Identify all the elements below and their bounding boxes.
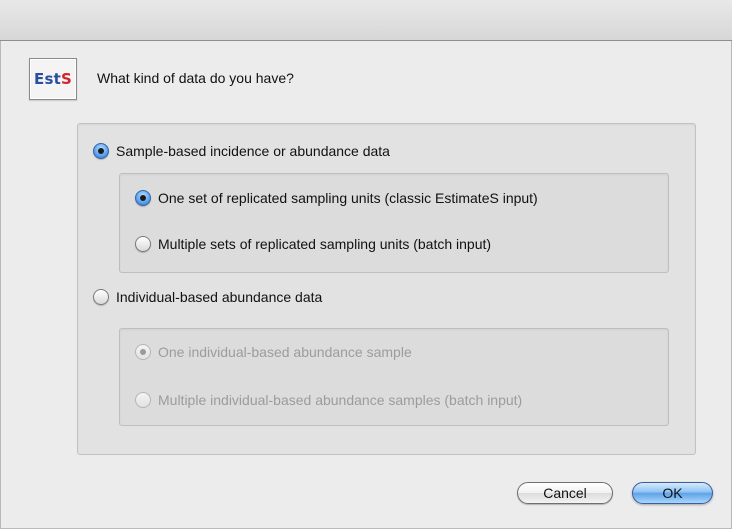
radio-sample-based[interactable]: Sample-based incidence or abundance data (93, 143, 390, 159)
radio-one-individual-sample: One individual-based abundance sample (135, 344, 412, 360)
radio-unselected-icon[interactable] (93, 289, 109, 305)
app-icon-s-text: S (60, 70, 72, 88)
dialog-prompt: What kind of data do you have? (97, 70, 294, 86)
ok-button[interactable]: OK (632, 482, 713, 504)
radio-one-individual-label: One individual-based abundance sample (158, 344, 412, 360)
cancel-button[interactable]: Cancel (517, 482, 613, 504)
radio-multiple-sets-label: Multiple sets of replicated sampling uni… (158, 236, 492, 252)
radio-selected-icon[interactable] (135, 190, 151, 206)
radio-multiple-individual-samples: Multiple individual-based abundance samp… (135, 392, 522, 408)
app-icon-est-text: Est (34, 70, 61, 88)
radio-unselected-icon[interactable] (135, 236, 151, 252)
estimates-app-icon: Est S (29, 58, 77, 100)
radio-selected-icon[interactable] (93, 143, 109, 159)
sample-based-subgroup (119, 173, 669, 273)
radio-multiple-individual-label: Multiple individual-based abundance samp… (158, 392, 523, 408)
radio-multiple-sets-replicated[interactable]: Multiple sets of replicated sampling uni… (135, 236, 491, 252)
radio-one-set-replicated[interactable]: One set of replicated sampling units (cl… (135, 190, 538, 206)
individual-based-subgroup (119, 328, 669, 426)
data-type-dialog: Est S What kind of data do you have? Samp… (0, 0, 732, 529)
radio-individual-based-label: Individual-based abundance data (116, 289, 323, 305)
radio-individual-based[interactable]: Individual-based abundance data (93, 289, 322, 305)
radio-disabled-unselected-icon (135, 392, 151, 408)
radio-one-set-label: One set of replicated sampling units (cl… (158, 190, 538, 206)
radio-disabled-selected-icon (135, 344, 151, 360)
radio-sample-based-label: Sample-based incidence or abundance data (116, 143, 390, 159)
title-bar[interactable] (0, 0, 732, 41)
